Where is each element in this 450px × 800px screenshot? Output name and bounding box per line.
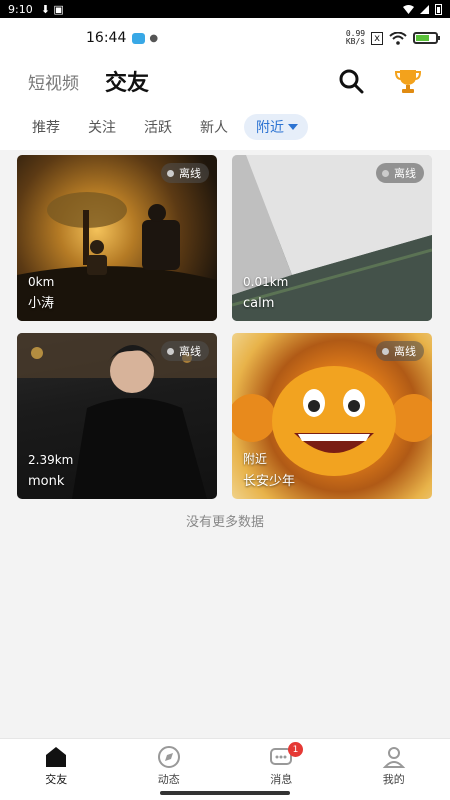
chevron-down-icon [288,124,298,130]
signal-icon [420,4,429,14]
user-name: 小涛 [28,296,55,311]
status-dot-icon [167,169,174,177]
filter-active[interactable]: 活跃 [144,117,172,137]
wifi-icon [403,4,414,14]
battery-icon [435,3,442,15]
tab-make-friends[interactable]: 交友 [105,65,149,97]
filter-nearby-label: 附近 [256,120,284,136]
filter-tabs: 推荐 关注 活跃 新人 附近 [0,104,450,150]
filter-recommend[interactable]: 推荐 [32,117,60,137]
user-name: monk [28,474,65,489]
battery-charging-icon [413,32,440,44]
tab-friends[interactable]: 交友 [0,739,113,800]
compass-icon [157,746,180,768]
notification-dot-icon: ● [149,32,159,44]
offline-badge: 离线 [161,163,209,183]
offline-label: 离线 [394,167,416,180]
user-distance: 2.39km [28,453,74,467]
home-icon [46,747,67,767]
offline-label: 离线 [179,167,201,180]
status-dot-icon [167,347,174,355]
tab-short-video[interactable]: 短视频 [28,69,79,94]
user-name: 长安少年 [243,474,296,489]
app-status-bar: 16:44 ● 0.99 KB/s x [0,18,450,58]
status-notification-icons: ⬇ ▣ [40,2,64,16]
user-card[interactable]: 离线 附近 长安少年 [232,333,432,499]
user-name: calm [243,296,275,311]
user-card[interactable]: 离线 2.39km monk [17,333,217,499]
search-icon[interactable] [338,68,364,94]
user-distance: 附近 [243,452,268,466]
offline-label: 离线 [394,345,416,358]
filter-new[interactable]: 新人 [200,117,228,137]
tab-me[interactable]: 我的 [338,739,450,800]
tab-label: 交友 [45,773,68,786]
top-header: 短视频 交友 [0,58,450,104]
filter-follow[interactable]: 关注 [88,117,116,137]
wifi-icon [389,31,407,45]
profile-icon [382,747,405,768]
offline-badge: 离线 [161,341,209,361]
user-card[interactable]: 离线 0.01km calm [232,155,432,321]
user-distance: 0km [28,275,55,289]
user-distance: 0.01km [243,275,289,289]
tab-label: 动态 [157,773,180,786]
filter-nearby[interactable]: 附近 [244,114,308,140]
unread-badge: 1 [288,742,303,757]
status-time: 9:10 [8,2,33,16]
tab-label: 消息 [270,773,293,786]
status-dot-icon [382,347,389,355]
offline-label: 离线 [179,345,201,358]
offline-badge: 离线 [376,341,424,361]
system-status-bar: 9:10 ⬇ ▣ [0,0,450,18]
tab-label: 我的 [382,773,405,786]
sim-off-icon: x [371,31,383,45]
no-more-data-text: 没有更多数据 [185,515,264,530]
user-card-grid: 离线 0km 小涛 离线 0.01km calm 离线 2.39km monk … [17,155,433,499]
status-dot-icon [382,169,389,177]
network-speed-unit: KB/s [345,37,366,46]
home-indicator[interactable] [160,791,290,795]
user-card[interactable]: 离线 0km 小涛 [17,155,217,321]
network-speed: 0.99 KB/s [346,30,365,46]
app-notification-icon [132,32,146,44]
inner-status-time: 16:44 [86,30,127,46]
trophy-icon[interactable] [394,67,422,95]
offline-badge: 离线 [376,163,424,183]
